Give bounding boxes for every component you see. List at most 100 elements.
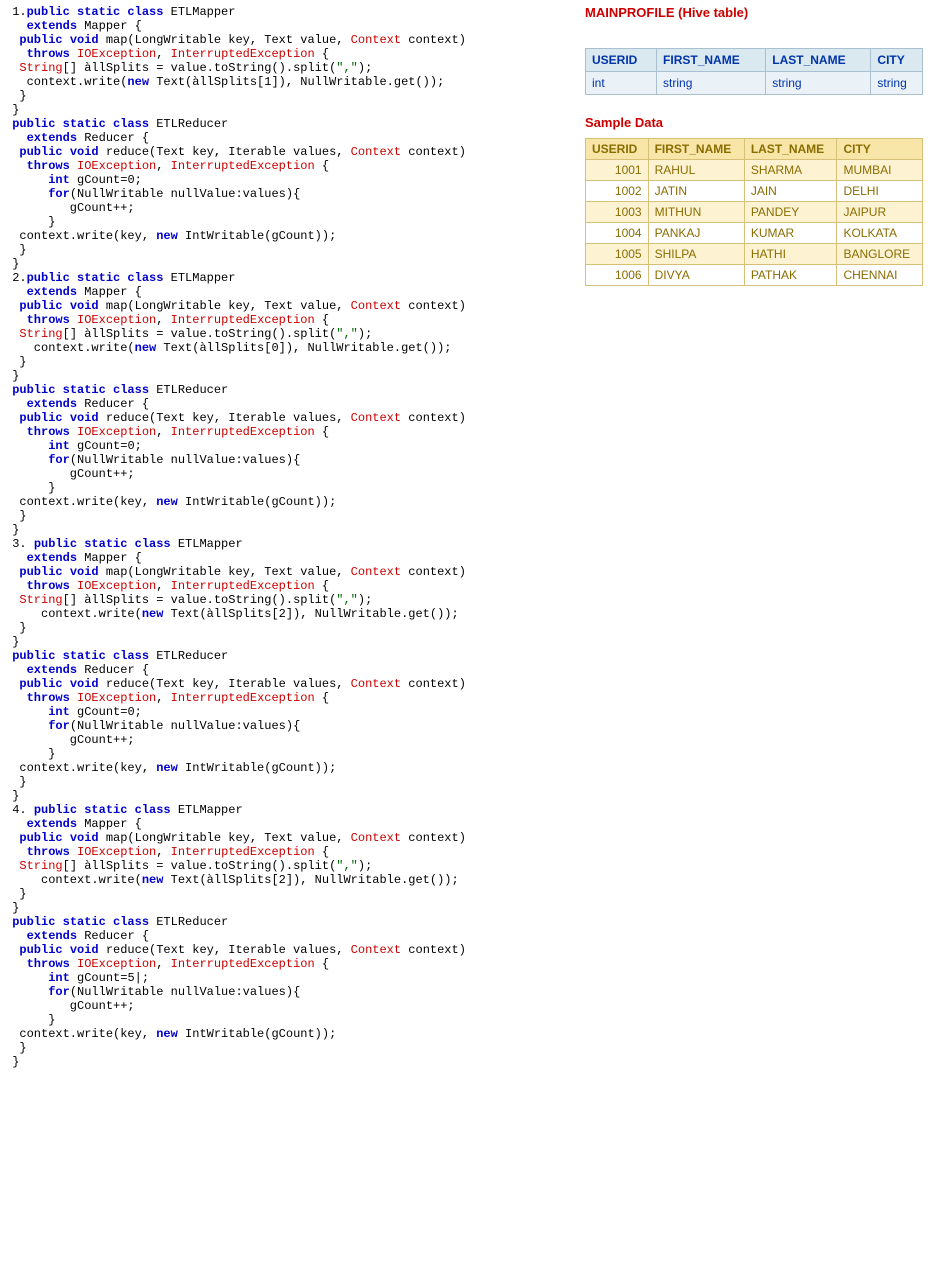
schema-col-type: int (586, 72, 657, 95)
schema-col-header: USERID (586, 49, 657, 72)
sample-col-header: CITY (837, 139, 923, 160)
code-line: public static class ETLReducer (5, 117, 575, 131)
sample-col-header: LAST_NAME (744, 139, 837, 160)
table-cell: KUMAR (744, 223, 837, 244)
code-line: for(NullWritable nullValue:values){ (5, 187, 575, 201)
table-cell: 1004 (586, 223, 649, 244)
code-line: extends Reducer { (5, 397, 575, 411)
code-line: public static class ETLReducer (5, 383, 575, 397)
code-line: } (5, 1041, 575, 1055)
code-line: context.write(key, new IntWritable(gCoun… (5, 761, 575, 775)
table-row: 1005SHILPAHATHIBANGLORE (586, 244, 923, 265)
code-line: public void map(LongWritable key, Text v… (5, 299, 575, 313)
code-line: } (5, 481, 575, 495)
code-line: public void map(LongWritable key, Text v… (5, 33, 575, 47)
code-line: throws IOException, InterruptedException… (5, 47, 575, 61)
schema-col-type: string (871, 72, 923, 95)
code-line: String[] àllSplits = value.toString().sp… (5, 859, 575, 873)
code-line: public void reduce(Text key, Iterable va… (5, 943, 575, 957)
code-line: } (5, 901, 575, 915)
table-row: 1003MITHUNPANDEYJAIPUR (586, 202, 923, 223)
code-line: } (5, 635, 575, 649)
table-cell: HATHI (744, 244, 837, 265)
code-line: throws IOException, InterruptedException… (5, 425, 575, 439)
code-line: throws IOException, InterruptedException… (5, 691, 575, 705)
table-cell: 1005 (586, 244, 649, 265)
code-line: public static class ETLReducer (5, 915, 575, 929)
table-cell: PANDEY (744, 202, 837, 223)
table-cell: RAHUL (648, 160, 744, 181)
schema-col-header: FIRST_NAME (657, 49, 766, 72)
code-line: extends Reducer { (5, 131, 575, 145)
code-line: extends Mapper { (5, 19, 575, 33)
schema-col-type: string (766, 72, 871, 95)
code-line: } (5, 523, 575, 537)
table-cell: JAIN (744, 181, 837, 202)
code-line: } (5, 369, 575, 383)
code-line: context.write(new Text(àllSplits[0]), Nu… (5, 341, 575, 355)
code-line: extends Mapper { (5, 817, 575, 831)
code-line: } (5, 747, 575, 761)
table-cell: MUMBAI (837, 160, 923, 181)
code-line: gCount++; (5, 999, 575, 1013)
sample-col-header: FIRST_NAME (648, 139, 744, 160)
code-line: } (5, 215, 575, 229)
sample-data-table: USERIDFIRST_NAMELAST_NAMECITY 1001RAHUL S… (585, 138, 923, 286)
hive-table-title: MAINPROFILE (Hive table) (585, 5, 923, 20)
table-row: 1004PANKAJKUMARKOLKATA (586, 223, 923, 244)
code-line: throws IOException, InterruptedException… (5, 159, 575, 173)
code-line: throws IOException, InterruptedException… (5, 845, 575, 859)
table-cell: DELHI (837, 181, 923, 202)
code-line: String[] àllSplits = value.toString().sp… (5, 61, 575, 75)
table-cell: SHILPA (648, 244, 744, 265)
code-line: 4. public static class ETLMapper (5, 803, 575, 817)
code-line: } (5, 887, 575, 901)
code-line: } (5, 243, 575, 257)
code-line: } (5, 1055, 575, 1069)
code-line: } (5, 89, 575, 103)
table-cell: 1002 (586, 181, 649, 202)
schema-col-header: CITY (871, 49, 923, 72)
code-line: } (5, 621, 575, 635)
code-line: int gCount=0; (5, 439, 575, 453)
code-line: throws IOException, InterruptedException… (5, 579, 575, 593)
code-line: } (5, 103, 575, 117)
code-line: context.write(new Text(àllSplits[1]), Nu… (5, 75, 575, 89)
code-line: extends Reducer { (5, 929, 575, 943)
code-line: for(NullWritable nullValue:values){ (5, 985, 575, 999)
code-line: } (5, 789, 575, 803)
code-line: public static class ETLReducer (5, 649, 575, 663)
code-line: } (5, 355, 575, 369)
table-cell: JATIN (648, 181, 744, 202)
table-cell: 1003 (586, 202, 649, 223)
code-line: int gCount=5|; (5, 971, 575, 985)
table-cell: KOLKATA (837, 223, 923, 244)
code-line: for(NullWritable nullValue:values){ (5, 453, 575, 467)
code-line: public void map(LongWritable key, Text v… (5, 831, 575, 845)
code-line: 2.public static class ETLMapper (5, 271, 575, 285)
sample-col-header: USERID (586, 139, 649, 160)
code-line: extends Mapper { (5, 551, 575, 565)
code-line: context.write(key, new IntWritable(gCoun… (5, 495, 575, 509)
table-cell: MITHUN (648, 202, 744, 223)
code-line: throws IOException, InterruptedException… (5, 957, 575, 971)
table-row: 1002JATINJAINDELHI (586, 181, 923, 202)
code-line: public void reduce(Text key, Iterable va… (5, 411, 575, 425)
code-line: } (5, 509, 575, 523)
code-line: int gCount=0; (5, 173, 575, 187)
code-line: 1.public static class ETLMapper (5, 5, 575, 19)
schema-table: USERIDFIRST_NAMELAST_NAMECITY intstrings… (585, 48, 923, 95)
code-line: context.write(new Text(àllSplits[2]), Nu… (5, 607, 575, 621)
sample-data-title: Sample Data (585, 115, 923, 130)
code-line: gCount++; (5, 733, 575, 747)
table-cell: CHENNAI (837, 265, 923, 286)
code-line: gCount++; (5, 201, 575, 215)
code-line: } (5, 257, 575, 271)
table-cell: BANGLORE (837, 244, 923, 265)
table-cell: 1001 (586, 160, 649, 181)
code-line: 3. public static class ETLMapper (5, 537, 575, 551)
code-line: throws IOException, InterruptedException… (5, 313, 575, 327)
code-line: public void map(LongWritable key, Text v… (5, 565, 575, 579)
code-line: context.write(key, new IntWritable(gCoun… (5, 229, 575, 243)
table-row: 1006DIVYAPATHAKCHENNAI (586, 265, 923, 286)
